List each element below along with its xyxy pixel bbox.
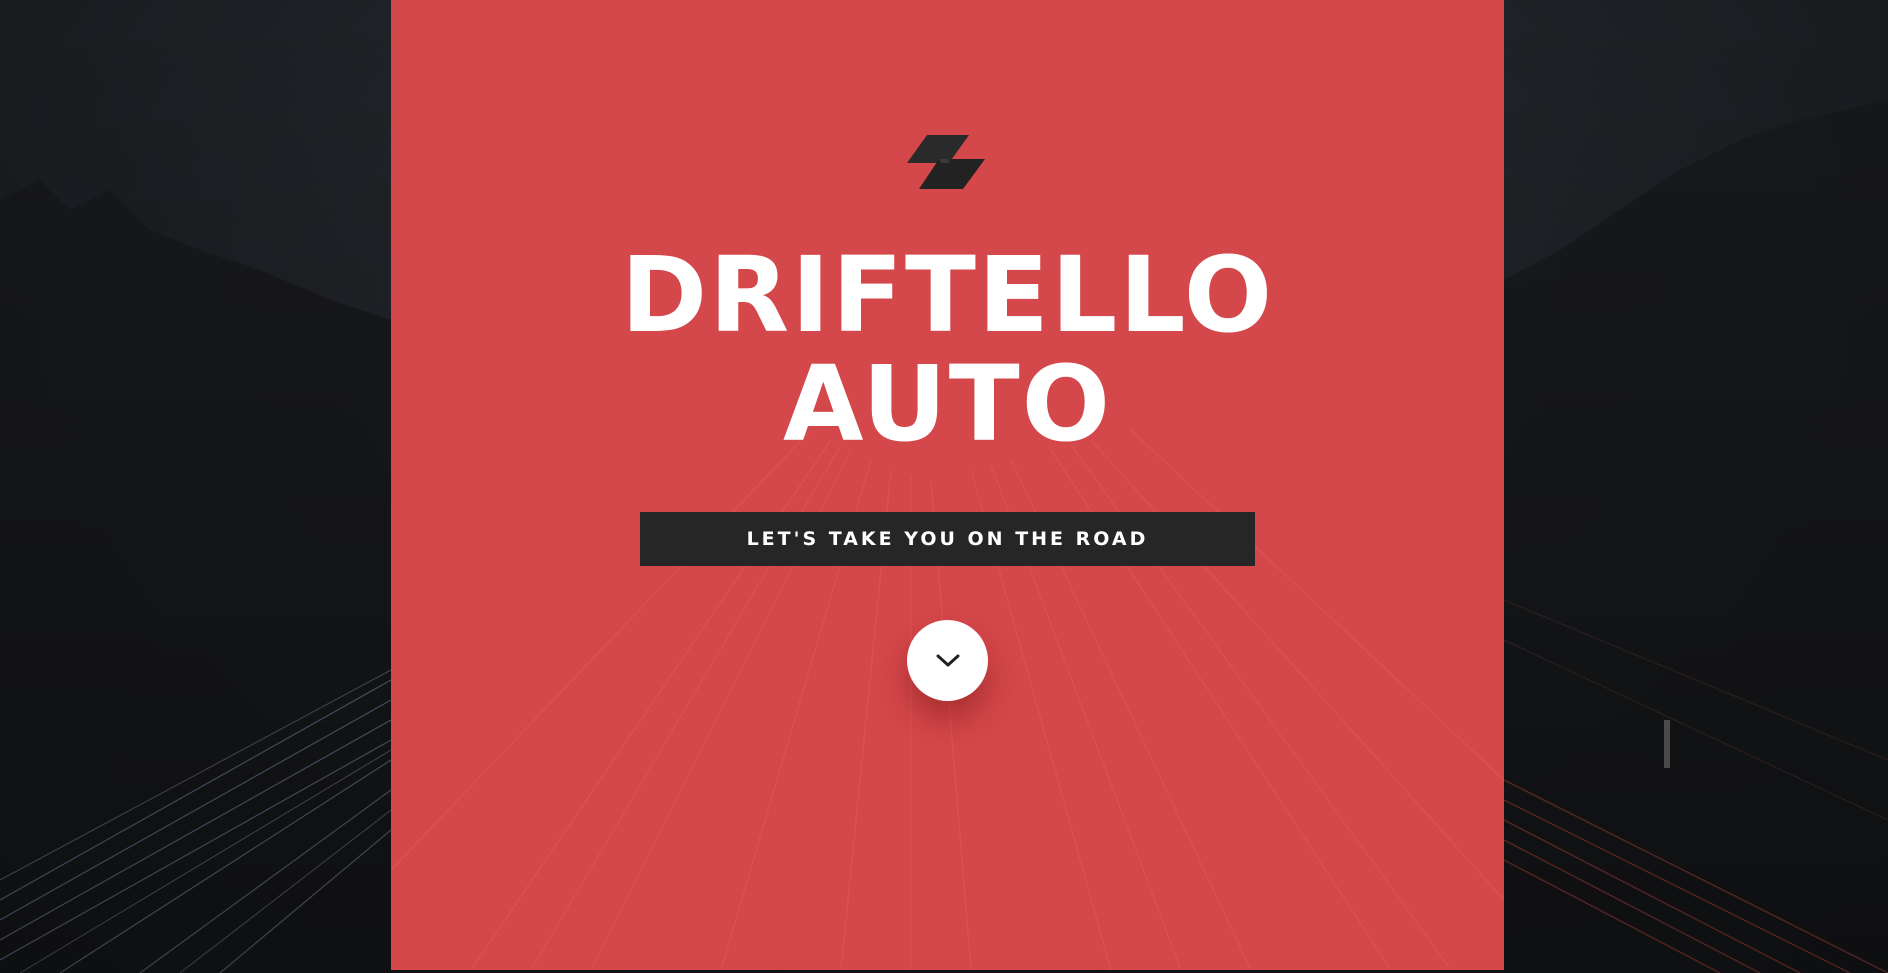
stacked-parallelogram-logo-icon	[907, 135, 985, 189]
chevron-down-icon	[936, 654, 959, 666]
brand-title-line-1: DRIFTELLO	[620, 234, 1275, 356]
hero-red-panel: DRIFTELLO AUTO LET'S TAKE YOU ON THE ROA…	[391, 0, 1504, 970]
scroll-down-button[interactable]	[907, 620, 988, 701]
take-you-on-the-road-button[interactable]: LET'S TAKE YOU ON THE ROAD	[640, 512, 1255, 566]
brand-title-line-2: AUTO	[782, 343, 1113, 465]
hero-section: DRIFTELLO AUTO LET'S TAKE YOU ON THE ROA…	[0, 0, 1888, 973]
